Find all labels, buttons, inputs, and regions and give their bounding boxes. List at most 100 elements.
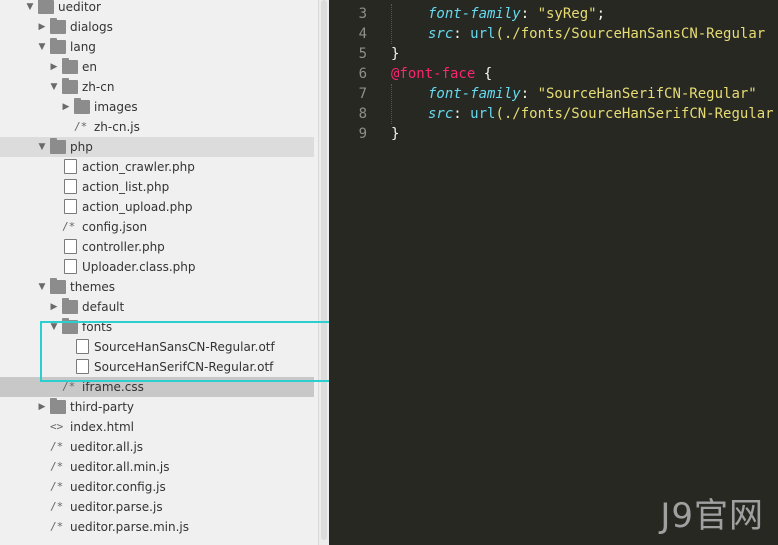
tree-item[interactable]: /* ueditor.parse.js <box>0 497 314 517</box>
code-token: src <box>428 106 454 122</box>
folder-icon <box>50 18 66 34</box>
folder-icon <box>50 278 66 294</box>
line-number: 3 <box>358 6 367 22</box>
script-file-icon: /* <box>50 520 64 533</box>
code-token: : <box>453 26 471 42</box>
indent-guide <box>391 4 393 44</box>
tree-item-label: zh-cn <box>82 80 115 94</box>
tree-item[interactable]: ▶ en <box>0 57 314 77</box>
tree-item-label: en <box>82 60 97 74</box>
tree-item[interactable]: ▶ dialogs <box>0 17 314 37</box>
chevron-right-icon[interactable]: ▶ <box>48 297 60 317</box>
code-token: (./fonts/SourceHanSansCN-Regular <box>495 26 766 42</box>
chevron-right-icon[interactable]: ▶ <box>36 397 48 417</box>
tree-item-label: ueditor.parse.min.js <box>70 520 190 534</box>
tree-item[interactable]: ▼ themes <box>0 277 314 297</box>
tree-item-label: Uploader.class.php <box>82 260 196 274</box>
tree-item[interactable]: ▼ zh-cn <box>0 77 314 97</box>
sidebar-scrollbar-thumb[interactable] <box>321 0 327 540</box>
tree-item[interactable]: /* ueditor.all.js <box>0 437 314 457</box>
tree-item-label: php <box>70 140 93 154</box>
code-line[interactable]: @font-face { <box>391 64 492 84</box>
line-number: 4 <box>358 26 367 42</box>
folder-icon <box>62 58 78 74</box>
code-token: url <box>470 106 496 122</box>
tree-item[interactable]: /* ueditor.config.js <box>0 477 314 497</box>
tree-item-label: zh-cn.js <box>94 120 140 134</box>
code-line[interactable]: } <box>391 44 399 64</box>
tree-item[interactable]: action_upload.php <box>0 197 314 217</box>
code-line[interactable]: } <box>391 124 399 144</box>
tree-item[interactable]: ▼ lang <box>0 37 314 57</box>
sidebar-scrollbar[interactable] <box>318 0 329 545</box>
code-token: font-family <box>428 6 521 22</box>
line-number: 7 <box>358 86 367 102</box>
code-line[interactable]: font-family: "SourceHanSerifCN-Regular" <box>428 84 757 104</box>
code-token: : <box>453 106 471 122</box>
tree-item[interactable]: controller.php <box>0 237 314 257</box>
code-token: src <box>428 26 454 42</box>
file-icon <box>64 179 77 194</box>
tree-item-label: ueditor.config.js <box>70 480 166 494</box>
code-token: ; <box>596 6 606 22</box>
code-token: font-family <box>428 86 521 102</box>
code-line[interactable]: font-family: "syReg"; <box>428 4 605 24</box>
code-token: : <box>520 86 538 102</box>
tree-item[interactable]: ▶ default <box>0 297 314 317</box>
html-file-icon: <> <box>50 420 64 433</box>
folder-icon <box>50 38 66 54</box>
code-token: "syReg" <box>537 6 597 22</box>
code-line[interactable]: src: url(./fonts/SourceHanSerifCN-Regula… <box>428 104 774 124</box>
code-token: (./fonts/SourceHanSerifCN-Regular <box>495 106 774 122</box>
folder-icon <box>62 78 78 94</box>
chevron-down-icon[interactable]: ▼ <box>36 277 48 297</box>
folder-icon <box>50 138 66 154</box>
script-file-icon: /* <box>50 460 64 473</box>
tree-item[interactable]: /* config.json <box>0 217 314 237</box>
file-icon <box>64 239 77 254</box>
code-line[interactable]: src: url(./fonts/SourceHanSansCN-Regular <box>428 24 765 44</box>
line-number: 6 <box>358 66 367 82</box>
line-number: 8 <box>358 106 367 122</box>
tree-item-label: dialogs <box>70 20 113 34</box>
folder-icon <box>74 98 90 114</box>
tree-item[interactable]: ▶ third-party <box>0 397 314 417</box>
code-editor[interactable]: J9官网 3 font-family: "syReg"; 4 src: url(./f… <box>329 0 778 545</box>
file-icon <box>64 259 77 274</box>
chevron-down-icon[interactable]: ▼ <box>36 37 48 57</box>
code-token: { <box>475 66 493 82</box>
chevron-down-icon[interactable]: ▼ <box>48 77 60 97</box>
code-token: : <box>520 6 538 22</box>
indent-guide <box>391 84 393 124</box>
tree-item[interactable]: <> index.html <box>0 417 314 437</box>
tree-item-label: action_upload.php <box>82 200 193 214</box>
tree-item-label: index.html <box>70 420 134 434</box>
tree-item-label: default <box>82 300 125 314</box>
tree-item[interactable]: /* zh-cn.js <box>0 117 314 137</box>
code-token: url <box>470 26 496 42</box>
folder-icon <box>62 298 78 314</box>
chevron-right-icon[interactable]: ▶ <box>60 97 72 117</box>
tree-item-label: ueditor <box>58 0 101 14</box>
code-token: @font-face <box>391 66 476 82</box>
tree-item[interactable]: ▼ ueditor <box>0 0 314 17</box>
chevron-down-icon[interactable]: ▼ <box>36 137 48 157</box>
line-number: 9 <box>358 126 367 142</box>
tree-item[interactable]: action_crawler.php <box>0 157 314 177</box>
script-file-icon: /* <box>50 480 64 493</box>
tree-item-label: action_list.php <box>82 180 170 194</box>
tree-item-label: ueditor.all.min.js <box>70 460 170 474</box>
chevron-right-icon[interactable]: ▶ <box>36 17 48 37</box>
tree-item[interactable]: ▼ php <box>0 137 314 157</box>
chevron-right-icon[interactable]: ▶ <box>48 57 60 77</box>
tree-item[interactable]: /* ueditor.parse.min.js <box>0 517 314 537</box>
watermark: J9官网 <box>660 496 764 536</box>
tree-item[interactable]: action_list.php <box>0 177 314 197</box>
chevron-down-icon[interactable]: ▼ <box>24 0 36 17</box>
highlight-box <box>40 321 342 382</box>
file-icon <box>64 159 77 174</box>
tree-item[interactable]: /* ueditor.all.min.js <box>0 457 314 477</box>
script-file-icon: /* <box>62 220 76 233</box>
tree-item[interactable]: Uploader.class.php <box>0 257 314 277</box>
tree-item[interactable]: ▶ images <box>0 97 314 117</box>
